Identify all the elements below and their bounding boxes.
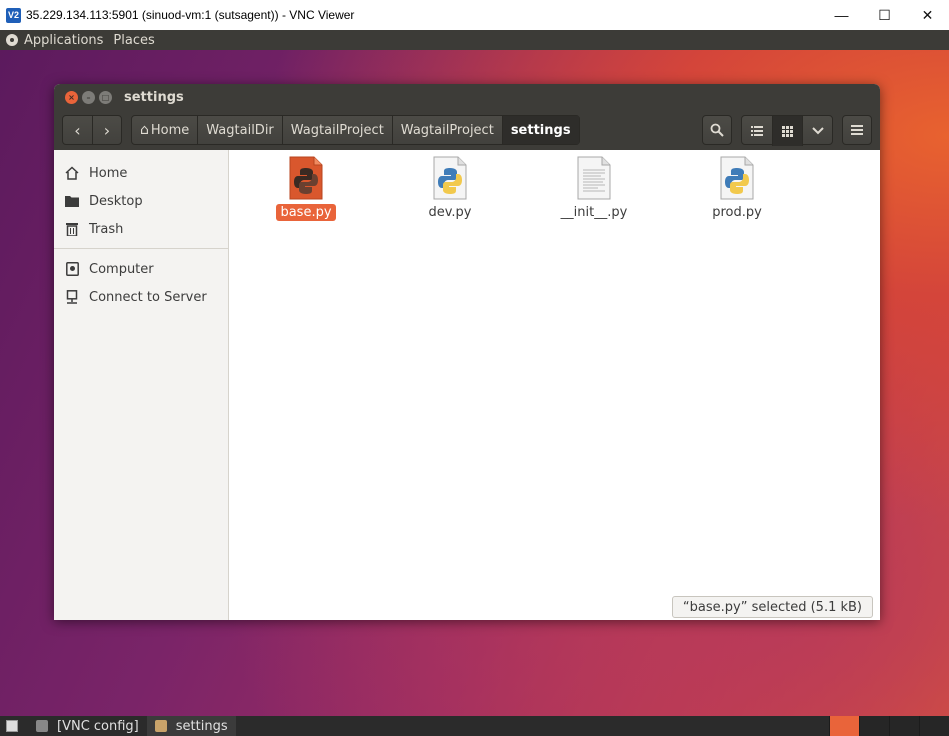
file-name: base.py [276, 204, 336, 221]
sidebar-item-connect-to-server[interactable]: Connect to Server [54, 283, 228, 311]
desktop: Applications Places × – □ settings ‹ › ⌂… [0, 30, 949, 736]
sidebar-separator [54, 248, 228, 249]
breadcrumb-settings[interactable]: settings [501, 116, 579, 144]
vnc-window-title: 35.229.134.113:5901 (sinuod-vm:1 (sutsag… [26, 8, 355, 22]
task-label: settings [175, 718, 228, 734]
view-options-button[interactable] [802, 116, 832, 146]
list-view-button[interactable] [742, 116, 772, 146]
vnc-logo-icon: V2 [6, 7, 21, 23]
workspace-1[interactable] [829, 716, 859, 736]
top-panel: Applications Places [0, 30, 949, 50]
workspace-switcher [829, 716, 949, 736]
breadcrumb-wagtailproject-2[interactable]: WagtailProject [391, 116, 502, 144]
grid-icon [782, 125, 793, 137]
sidebar-item-desktop[interactable]: Desktop [54, 187, 228, 215]
file-manager-window: × – □ settings ‹ › ⌂ Home WagtailDir Wag… [54, 84, 880, 620]
back-button[interactable]: ‹ [63, 116, 92, 144]
breadcrumb-home[interactable]: ⌂ Home [132, 116, 197, 144]
minimize-button[interactable]: — [820, 0, 863, 30]
taskbar: [VNC config] settings [0, 716, 949, 736]
window-header: × – □ settings ‹ › ⌂ Home WagtailDir Wag… [54, 84, 880, 150]
places-menu[interactable]: Places [113, 33, 154, 48]
maximize-button[interactable]: ☐ [863, 0, 906, 30]
sidebar-item-computer[interactable]: Computer [54, 255, 228, 283]
window-close-button[interactable]: × [65, 90, 78, 104]
search-button[interactable] [702, 115, 732, 145]
python-file-icon [288, 156, 324, 200]
sidebar-item-label: Computer [89, 261, 154, 277]
workspace-3[interactable] [889, 716, 919, 736]
applications-menu[interactable]: Applications [24, 33, 103, 48]
sidebar-item-label: Home [89, 165, 128, 181]
breadcrumb: ⌂ Home WagtailDir WagtailProject Wagtail… [131, 115, 580, 145]
file-item-dev-py[interactable]: dev.py [405, 156, 495, 221]
breadcrumb-wagtailproject-1[interactable]: WagtailProject [281, 116, 392, 144]
file-name: dev.py [428, 205, 472, 220]
python-file-icon [719, 156, 755, 200]
workspace-4[interactable] [919, 716, 949, 736]
server-icon [64, 289, 80, 305]
sidebar-item-label: Trash [89, 221, 124, 237]
file-name: prod.py [712, 205, 762, 220]
window-minimize-button[interactable]: – [82, 90, 95, 104]
file-name: __init__.py [560, 205, 628, 220]
breadcrumb-wagtaildir[interactable]: WagtailDir [197, 116, 282, 144]
sidebar-item-home[interactable]: Home [54, 159, 228, 187]
file-item-base-py[interactable]: base.py [261, 156, 351, 221]
places-sidebar: Home Desktop Trash Computer Connect to S… [54, 150, 229, 620]
sidebar-item-label: Desktop [89, 193, 143, 209]
window-body: Home Desktop Trash Computer Connect to S… [54, 150, 880, 620]
window-title-row: × – □ settings [54, 84, 880, 110]
computer-icon [64, 261, 80, 277]
vnc-titlebar: V2 35.229.134.113:5901 (sinuod-vm:1 (sut… [0, 0, 949, 30]
window-icon [36, 720, 48, 732]
show-desktop-icon[interactable] [6, 720, 18, 732]
hamburger-icon [851, 125, 863, 135]
workspace-2[interactable] [859, 716, 889, 736]
status-bar: “base.py” selected (5.1 kB) [671, 596, 873, 618]
text-file-icon [576, 156, 612, 200]
sidebar-item-trash[interactable]: Trash [54, 215, 228, 243]
window-title: settings [124, 89, 184, 105]
list-icon [751, 126, 763, 136]
task-vnc-config[interactable]: [VNC config] [28, 716, 147, 736]
file-manager-icon [154, 720, 167, 732]
window-maximize-button[interactable]: □ [99, 90, 112, 104]
task-settings[interactable]: settings [146, 716, 236, 736]
toolbar-right [693, 115, 872, 146]
sidebar-item-label: Connect to Server [89, 289, 207, 305]
grid-view-button[interactable] [772, 116, 802, 146]
file-view: base.py dev.py __init__.py prod.py “base… [229, 150, 880, 620]
breadcrumb-label: Home [150, 122, 190, 138]
home-icon: ⌂ [140, 122, 149, 138]
view-toggle [741, 115, 833, 146]
history-nav: ‹ › [62, 115, 122, 145]
toolbar: ‹ › ⌂ Home WagtailDir WagtailProject Wag… [62, 114, 872, 146]
file-item-prod-py[interactable]: prod.py [692, 156, 782, 221]
task-label: [VNC config] [57, 718, 139, 734]
close-button[interactable]: ✕ [906, 0, 949, 30]
trash-icon [64, 221, 80, 237]
python-file-icon [432, 156, 468, 200]
search-icon [710, 123, 724, 137]
folder-icon [64, 193, 80, 209]
forward-button[interactable]: › [92, 116, 121, 144]
applications-gear-icon [6, 34, 18, 46]
file-item-init-py[interactable]: __init__.py [549, 156, 639, 221]
home-icon [64, 165, 80, 181]
chevron-down-icon [811, 127, 824, 135]
menu-button[interactable] [842, 115, 872, 145]
